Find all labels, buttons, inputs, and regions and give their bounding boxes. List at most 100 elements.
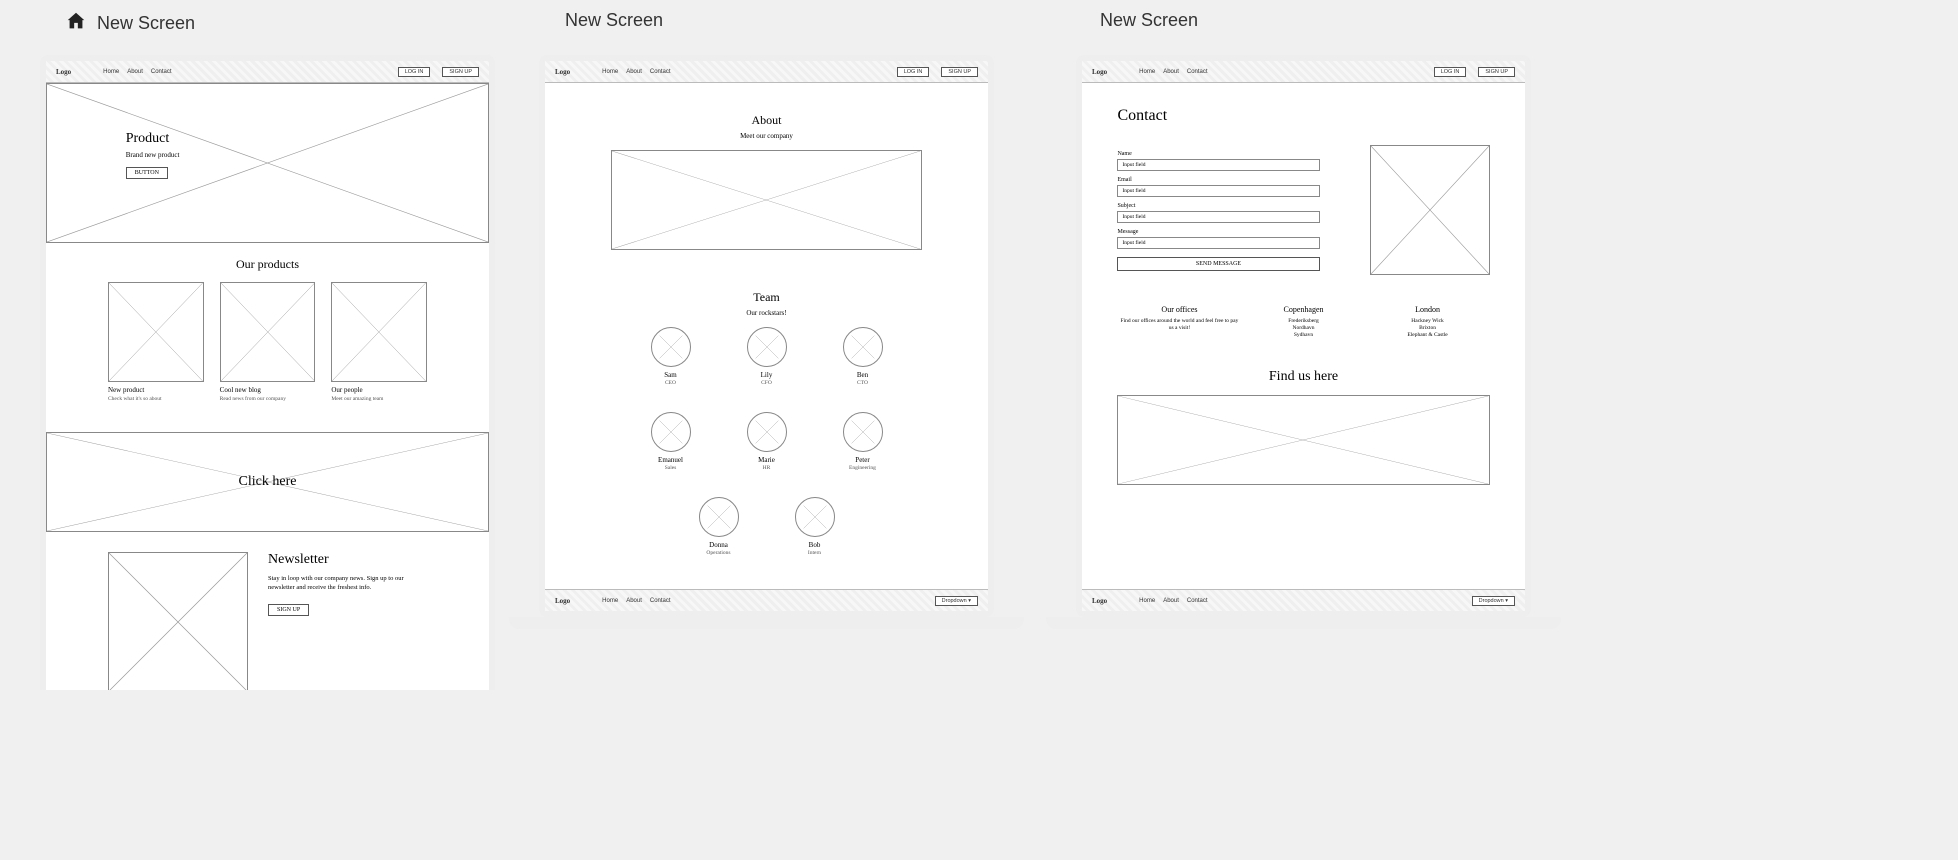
member-role: CEO <box>643 380 699 386</box>
screen-label-text: New Screen <box>565 10 663 31</box>
member-role: CFO <box>739 380 795 386</box>
screen-label-1[interactable]: New Screen <box>65 10 195 37</box>
name-field[interactable]: Input field <box>1117 159 1319 171</box>
nav-about[interactable]: About <box>127 69 143 75</box>
card-title: Our people <box>331 386 427 394</box>
nav-contact[interactable]: Contact <box>1187 598 1208 604</box>
signup-button[interactable]: SIGN UP <box>941 67 978 77</box>
nav-home[interactable]: Home <box>103 69 119 75</box>
nav-about[interactable]: About <box>1163 598 1179 604</box>
nav-contact[interactable]: Contact <box>650 69 671 75</box>
products-heading: Our products <box>46 257 489 272</box>
find-us-title: Find us here <box>1082 369 1525 385</box>
team-member[interactable]: Bob Intern <box>787 497 843 556</box>
signup-button[interactable]: SIGN UP <box>1478 67 1515 77</box>
team-member[interactable]: Ben CTO <box>835 327 891 386</box>
nav-home[interactable]: Home <box>602 598 618 604</box>
signup-button[interactable]: SIGN UP <box>442 67 479 77</box>
team-member[interactable]: Donna Operations <box>691 497 747 556</box>
newsletter-body: Stay in loop with our company news. Sign… <box>268 574 427 592</box>
wf-logo[interactable]: Logo <box>56 68 71 76</box>
newsletter-image-placeholder <box>108 552 248 690</box>
nav-about[interactable]: About <box>626 598 642 604</box>
wf-logo[interactable]: Logo <box>1092 597 1107 605</box>
field-label: Email <box>1117 177 1319 183</box>
avatar-placeholder <box>843 327 883 367</box>
wf-header: Logo Home About Contact LOG IN SIGN UP <box>545 61 988 83</box>
avatar-placeholder <box>843 412 883 452</box>
member-role: CTO <box>835 380 891 386</box>
card-title: Cool new blog <box>220 386 316 394</box>
map-placeholder <box>1117 395 1489 485</box>
avatar-placeholder <box>747 327 787 367</box>
about-sub: Meet our company <box>611 132 921 140</box>
card-sub: Meet our amazing team <box>331 396 427 402</box>
wf-logo[interactable]: Logo <box>1092 68 1107 76</box>
team-member[interactable]: Peter Engineering <box>835 412 891 471</box>
hero-button[interactable]: BUTTON <box>126 167 168 179</box>
member-name: Ben <box>835 371 891 379</box>
team-member[interactable]: Emanuel Sales <box>643 412 699 471</box>
wf-logo[interactable]: Logo <box>555 68 570 76</box>
team-member[interactable]: Sam CEO <box>643 327 699 386</box>
send-message-button[interactable]: SEND MESSAGE <box>1117 257 1319 271</box>
avatar-placeholder <box>651 327 691 367</box>
product-card[interactable]: Our people Meet our amazing team <box>331 282 427 402</box>
nav-home[interactable]: Home <box>1139 69 1155 75</box>
screen-label-3[interactable]: New Screen <box>1100 10 1198 31</box>
screen-label-2[interactable]: New Screen <box>565 10 663 31</box>
frame-screen-1[interactable]: Logo Home About Contact LOG IN SIGN UP P… <box>40 55 495 690</box>
card-sub: Check what it's so about <box>108 396 204 402</box>
nav-home[interactable]: Home <box>1139 598 1155 604</box>
laptop-base <box>1046 617 1561 629</box>
office-body: Hackney WickBrixtonElephant & Castle <box>1366 318 1490 339</box>
wf-logo[interactable]: Logo <box>555 597 570 605</box>
field-label: Subject <box>1117 203 1319 209</box>
screen-label-text: New Screen <box>97 13 195 34</box>
footer-dropdown[interactable]: Dropdown ▾ <box>935 596 978 606</box>
laptop-base <box>509 617 1024 629</box>
team-title: Team <box>545 290 988 305</box>
card-image-placeholder <box>108 282 204 382</box>
nav-home[interactable]: Home <box>602 69 618 75</box>
nav-contact[interactable]: Contact <box>151 69 172 75</box>
wf-header: Logo Home About Contact LOG IN SIGN UP <box>46 61 489 83</box>
office-body: Find our offices around the world and fe… <box>1117 318 1241 332</box>
office-body: FrederiksbergNordhavnSydhavn <box>1241 318 1365 339</box>
login-button[interactable]: LOG IN <box>398 67 431 77</box>
subject-field[interactable]: Input field <box>1117 211 1319 223</box>
design-canvas[interactable]: New Screen New Screen New Screen Logo Ho… <box>0 0 1958 860</box>
member-name: Bob <box>787 541 843 549</box>
card-image-placeholder <box>331 282 427 382</box>
wf-footer: Logo Home About Contact Dropdown ▾ <box>1082 589 1525 611</box>
product-card[interactable]: New product Check what it's so about <box>108 282 204 402</box>
login-button[interactable]: LOG IN <box>897 67 930 77</box>
member-role: Operations <box>691 550 747 556</box>
contact-title: Contact <box>1082 107 1525 125</box>
footer-dropdown[interactable]: Dropdown ▾ <box>1472 596 1515 606</box>
member-name: Lily <box>739 371 795 379</box>
email-field[interactable]: Input field <box>1117 185 1319 197</box>
home-icon <box>65 10 87 37</box>
nav-contact[interactable]: Contact <box>650 598 671 604</box>
nav-contact[interactable]: Contact <box>1187 69 1208 75</box>
product-card[interactable]: Cool new blog Read news from our company <box>220 282 316 402</box>
frame-screen-2[interactable]: Logo Home About Contact LOG IN SIGN UP A… <box>539 55 994 617</box>
member-role: Sales <box>643 465 699 471</box>
nav-about[interactable]: About <box>1163 69 1179 75</box>
message-field[interactable]: Input field <box>1117 237 1319 249</box>
screen-label-text: New Screen <box>1100 10 1198 31</box>
login-button[interactable]: LOG IN <box>1434 67 1467 77</box>
office-title: Copenhagen <box>1241 305 1365 314</box>
team-member[interactable]: Marie HR <box>739 412 795 471</box>
wf-header: Logo Home About Contact LOG IN SIGN UP <box>1082 61 1525 83</box>
newsletter-signup-button[interactable]: SIGN UP <box>268 604 309 616</box>
newsletter-title: Newsletter <box>268 552 427 568</box>
team-member[interactable]: Lily CFO <box>739 327 795 386</box>
member-name: Emanuel <box>643 456 699 464</box>
hero-subtitle: Brand new product <box>126 151 180 159</box>
team-sub: Our rockstars! <box>545 309 988 317</box>
member-name: Peter <box>835 456 891 464</box>
nav-about[interactable]: About <box>626 69 642 75</box>
frame-screen-3[interactable]: Logo Home About Contact LOG IN SIGN UP C… <box>1076 55 1531 617</box>
